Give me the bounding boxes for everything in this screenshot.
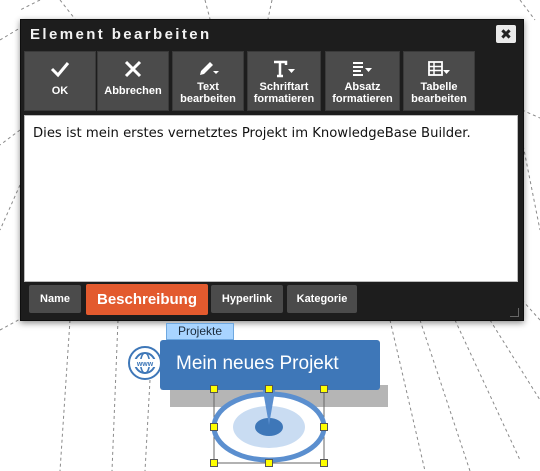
paragraph-dropdown-icon <box>326 59 399 79</box>
format-paragraph-button[interactable]: Absatz formatieren <box>325 51 400 111</box>
format-font-label-line2: formatieren <box>253 93 315 105</box>
cancel-button-label: Abbrechen <box>104 85 162 97</box>
tab-category[interactable]: Kategorie <box>287 285 357 313</box>
resize-handle-middle-right[interactable] <box>320 423 328 431</box>
cancel-button[interactable]: Abbrechen <box>97 51 169 111</box>
check-icon <box>25 59 95 79</box>
description-editor[interactable]: Dies ist mein erstes vernetztes Projekt … <box>24 115 518 282</box>
edit-table-label-line2: bearbeiten <box>411 93 467 105</box>
edit-table-label-line1: Tabelle <box>420 81 458 93</box>
edit-text-label-line2: bearbeiten <box>180 93 236 105</box>
format-paragraph-label-line1: Absatz <box>344 81 381 93</box>
edit-element-dialog: Element bearbeiten ✖ OK Abbrechen Text b… <box>20 19 524 321</box>
dialog-title: Element bearbeiten <box>30 26 212 43</box>
resize-handle-top-left[interactable] <box>210 385 218 393</box>
tab-name[interactable]: Name <box>29 285 81 313</box>
ok-button-label: OK <box>51 85 69 97</box>
node-category-label: Projekte <box>166 323 234 340</box>
resize-handle-top-center[interactable] <box>265 385 273 393</box>
table-dropdown-icon <box>404 59 474 79</box>
description-text[interactable]: Dies ist mein erstes vernetztes Projekt … <box>33 126 471 141</box>
www-globe-icon: www <box>128 346 162 380</box>
project-node[interactable]: Mein neues Projekt <box>160 340 380 390</box>
close-icon: ✖ <box>500 26 512 42</box>
resize-handle-bottom-left[interactable] <box>210 459 218 467</box>
tab-hyperlink[interactable]: Hyperlink <box>211 285 283 313</box>
format-font-label-line1: Schriftart <box>259 81 309 93</box>
edit-text-button[interactable]: Text bearbeiten <box>172 51 244 111</box>
dialog-titlebar[interactable]: Element bearbeiten ✖ <box>21 20 523 48</box>
resize-handle-top-right[interactable] <box>320 385 328 393</box>
resize-handle-bottom-center[interactable] <box>265 459 273 467</box>
edit-text-label-line1: Text <box>197 81 219 93</box>
pencil-dropdown-icon <box>173 59 243 79</box>
font-dropdown-icon <box>248 59 320 79</box>
format-paragraph-label-line2: formatieren <box>332 93 393 105</box>
resize-handle-bottom-right[interactable] <box>320 459 328 467</box>
edit-table-button[interactable]: Tabelle bearbeiten <box>403 51 475 111</box>
dialog-tabs: Name Beschreibung Hyperlink Kategorie <box>21 284 523 318</box>
dialog-toolbar: OK Abbrechen Text bearbeiten Schriftart <box>21 50 523 112</box>
resize-handle-middle-left[interactable] <box>210 423 218 431</box>
www-icon-text: www <box>136 361 154 368</box>
tab-description[interactable]: Beschreibung <box>86 284 208 315</box>
resize-grip[interactable] <box>510 308 519 317</box>
close-x-icon <box>98 59 168 79</box>
node-title: Mein neues Projekt <box>176 353 339 374</box>
format-font-button[interactable]: Schriftart formatieren <box>247 51 321 111</box>
ok-button[interactable]: OK <box>24 51 96 111</box>
close-dialog-button[interactable]: ✖ <box>496 25 516 43</box>
